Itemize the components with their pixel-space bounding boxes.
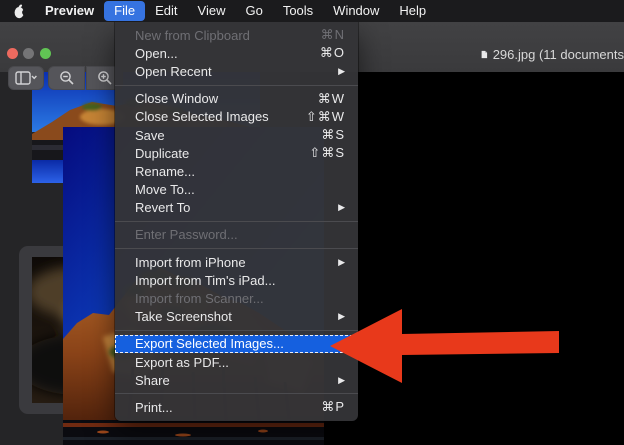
menubar-item-tools[interactable]: Tools: [273, 1, 323, 21]
menu-item-save[interactable]: Save ⌘S: [115, 126, 358, 144]
menu-item-move-to[interactable]: Move To...: [115, 181, 358, 199]
menu-item-label: Open Recent: [135, 64, 326, 79]
menubar-item-view[interactable]: View: [188, 1, 236, 21]
menu-item-label: Close Window: [135, 91, 306, 106]
zoom-out-button[interactable]: [48, 66, 85, 90]
sidebar-view-button[interactable]: [8, 66, 44, 90]
close-button[interactable]: [7, 48, 18, 59]
zoom-in-icon: [97, 70, 113, 86]
menubar-item-edit[interactable]: Edit: [145, 1, 187, 21]
menu-separator: [115, 330, 358, 331]
menu-separator: [115, 221, 358, 222]
menu-item-shortcut: ⌘N: [321, 27, 345, 43]
menubar-item-help[interactable]: Help: [389, 1, 436, 21]
menubar-item-go[interactable]: Go: [235, 1, 272, 21]
menu-item-import-from-tim-s-ipad[interactable]: Import from Tim's iPad...: [115, 271, 358, 289]
menu-item-label: Rename...: [135, 164, 345, 179]
menu-item-label: Close Selected Images: [135, 109, 294, 124]
menu-separator: [115, 393, 358, 394]
menu-item-label: Print...: [135, 400, 309, 415]
menu-item-take-screenshot[interactable]: Take Screenshot▶: [115, 308, 358, 326]
chevron-down-icon: [32, 76, 36, 78]
screen: PreviewFileEditViewGoToolsWindowHelp 296…: [0, 0, 624, 445]
menu-item-rename[interactable]: Rename...: [115, 162, 358, 180]
menu-item-print[interactable]: Print... ⌘P: [115, 398, 358, 416]
menu-item-close-window[interactable]: Close Window ⌘W: [115, 90, 358, 108]
menu-item-shortcut: ⌘P: [321, 399, 345, 415]
menu-item-label: Save: [135, 128, 309, 143]
menu-separator: [115, 248, 358, 249]
menu-item-shortcut: ⌘O: [320, 45, 345, 61]
menu-item-export-selected-images[interactable]: Export Selected Images...: [115, 335, 358, 353]
menu-item-share[interactable]: Share▶: [115, 371, 358, 389]
menu-separator: [115, 85, 358, 86]
menubar-item-preview[interactable]: Preview: [35, 1, 104, 21]
menu-item-label: Import from Scanner...: [135, 291, 345, 306]
menu-item-label: Take Screenshot: [135, 309, 326, 324]
menu-item-shortcut: ⇧⌘W: [306, 109, 345, 125]
menu-item-label: Export as PDF...: [135, 355, 345, 370]
menubar-item-file[interactable]: File: [104, 1, 145, 21]
window-title: 296.jpg (11 documents: [481, 46, 624, 62]
menu-item-label: Move To...: [135, 182, 345, 197]
menu-item-label: Export Selected Images...: [135, 336, 345, 351]
menu-item-duplicate[interactable]: Duplicate ⇧⌘S: [115, 144, 358, 162]
menu-item-label: Share: [135, 373, 326, 388]
menu-item-shortcut: ⇧⌘S: [309, 145, 345, 161]
file-menu-panel: New from Clipboard⌘NOpen...⌘OOpen Recent…: [115, 22, 358, 421]
menu-item-open-recent[interactable]: Open Recent ▶: [115, 62, 358, 80]
menu-item-label: Duplicate: [135, 146, 297, 161]
menu-item-close-selected-images[interactable]: Close Selected Images ⇧⌘W: [115, 108, 358, 126]
menu-item-open[interactable]: Open... ⌘O: [115, 44, 358, 62]
menu-item-label: Revert To: [135, 200, 326, 215]
zoom-out-icon: [59, 70, 75, 86]
menu-item-new-from-clipboard: New from Clipboard ⌘N: [115, 26, 358, 44]
zoom-window-button[interactable]: [40, 48, 51, 59]
menu-bar: PreviewFileEditViewGoToolsWindowHelp: [0, 0, 624, 22]
menu-item-label: Import from iPhone: [135, 255, 326, 270]
menu-item-enter-password: Enter Password...: [115, 226, 358, 244]
submenu-arrow-icon: ▶: [338, 66, 345, 77]
minimize-button[interactable]: [23, 48, 34, 59]
menu-item-label: Import from Tim's iPad...: [135, 273, 345, 288]
window-title-text: 296.jpg (11 documents: [493, 47, 624, 62]
menu-item-label: New from Clipboard: [135, 28, 309, 43]
submenu-arrow-icon: ▶: [338, 257, 345, 268]
menubar-item-window[interactable]: Window: [323, 1, 389, 21]
document-icon: [481, 48, 488, 61]
apple-icon[interactable]: [13, 4, 26, 19]
menu-item-shortcut: ⌘S: [321, 127, 345, 143]
menu-item-export-as-pdf[interactable]: Export as PDF...: [115, 353, 358, 371]
menu-item-import-from-iphone[interactable]: Import from iPhone ▶: [115, 253, 358, 271]
menu-item-label: Open...: [135, 46, 308, 61]
submenu-arrow-icon: ▶: [338, 202, 345, 213]
menu-item-shortcut: ⌘W: [318, 91, 345, 107]
menu-item-import-from-scanner: Import from Scanner...: [115, 289, 358, 307]
menu-item-label: Enter Password...: [135, 227, 345, 242]
export-arrow-annotation: [326, 303, 562, 387]
menubar-items: PreviewFileEditViewGoToolsWindowHelp: [35, 1, 436, 21]
menu-item-revert-to[interactable]: Revert To ▶: [115, 199, 358, 217]
